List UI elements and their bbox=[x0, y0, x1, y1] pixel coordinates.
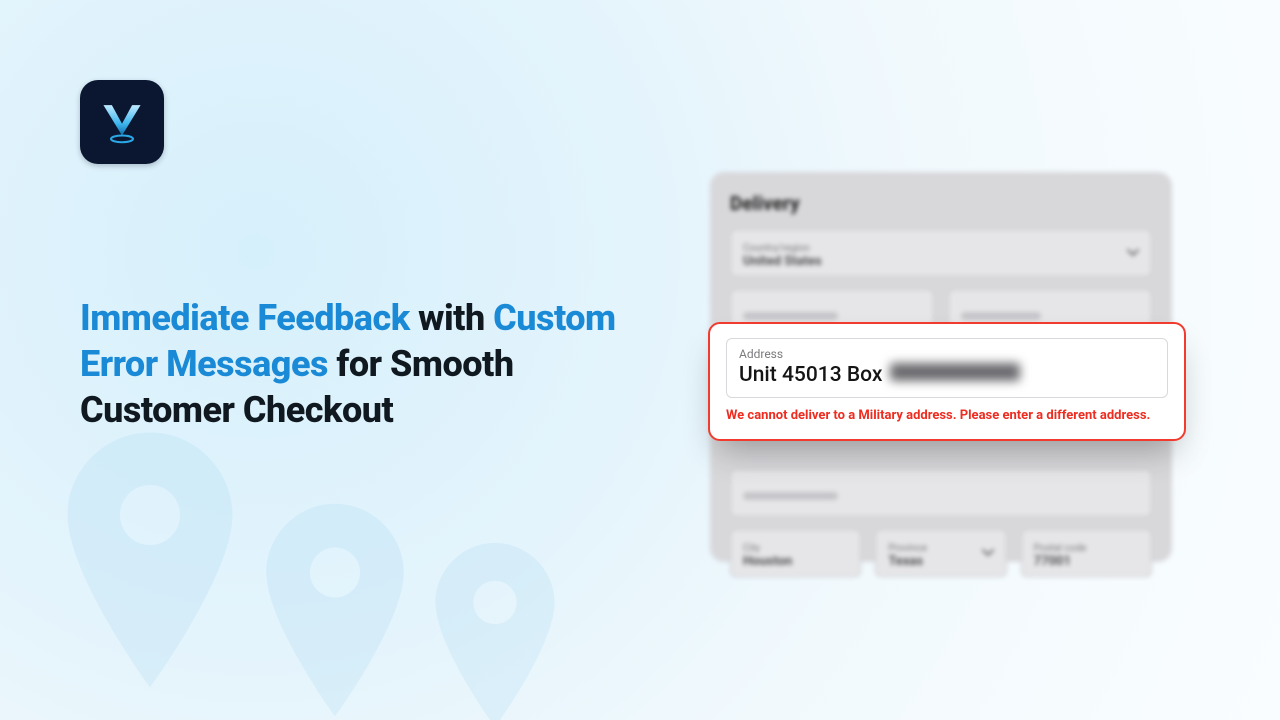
headline-accent-1: Immediate Feedback bbox=[80, 297, 410, 339]
marketing-headline: Immediate Feedback with Custom Error Mes… bbox=[80, 295, 640, 433]
address-redacted: redacted bbox=[890, 363, 1020, 381]
province-label: Province bbox=[888, 543, 993, 554]
chevron-down-icon bbox=[982, 549, 994, 557]
bg-map-pin-icon bbox=[260, 500, 410, 720]
address-error-callout: Address Unit 45013 Box redacted We canno… bbox=[708, 322, 1186, 441]
address-field[interactable]: Address Unit 45013 Box redacted bbox=[726, 338, 1168, 398]
city-value: Houston bbox=[743, 554, 848, 569]
app-logo bbox=[80, 80, 164, 164]
apartment-field[interactable] bbox=[730, 469, 1152, 517]
postal-value: 77001 bbox=[1034, 554, 1139, 569]
country-select[interactable]: Country/region United States bbox=[730, 229, 1152, 277]
v-logo-icon bbox=[95, 95, 149, 149]
province-value: Texas bbox=[888, 554, 993, 569]
address-value: Unit 45013 Box bbox=[739, 363, 882, 387]
city-label: City bbox=[743, 543, 848, 554]
headline-part-1: with bbox=[410, 297, 493, 339]
province-select[interactable]: Province Texas bbox=[875, 529, 1006, 577]
bg-map-pin-icon bbox=[430, 540, 560, 720]
country-value: United States bbox=[743, 254, 1139, 269]
chevron-down-icon bbox=[1127, 249, 1139, 257]
postal-code-field[interactable]: Postal code 77001 bbox=[1021, 529, 1152, 577]
country-label: Country/region bbox=[743, 243, 1139, 254]
bg-map-pin-icon bbox=[60, 430, 240, 690]
address-error-message: We cannot deliver to a Military address.… bbox=[726, 408, 1168, 425]
address-label: Address bbox=[739, 347, 1155, 361]
postal-label: Postal code bbox=[1034, 543, 1139, 554]
delivery-heading: Delivery bbox=[730, 192, 1152, 215]
city-field[interactable]: City Houston bbox=[730, 529, 861, 577]
